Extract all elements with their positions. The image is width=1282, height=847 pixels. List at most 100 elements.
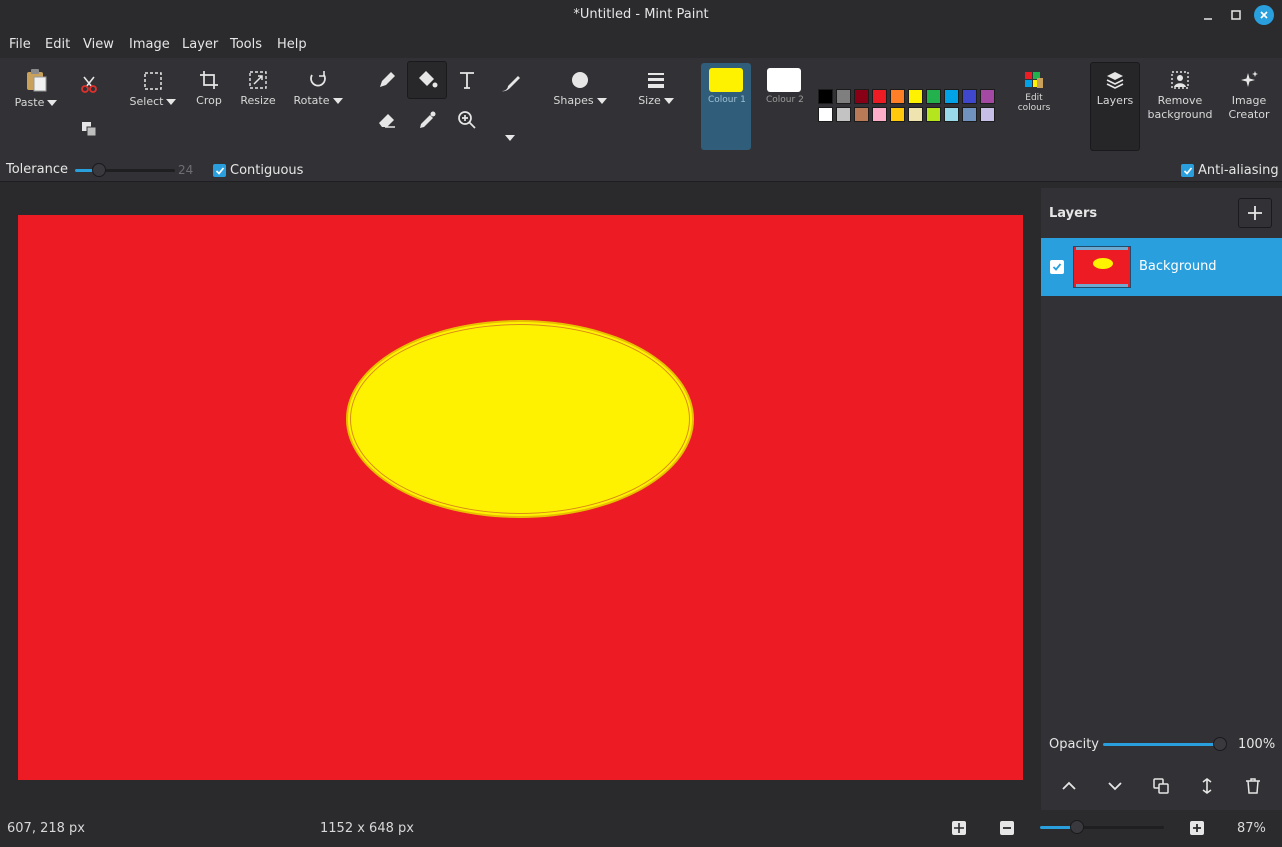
palette-swatch[interactable] <box>836 89 851 104</box>
brush-tool[interactable] <box>500 74 522 94</box>
layer-row-background[interactable]: Background <box>1041 238 1282 296</box>
opacity-slider[interactable] <box>1103 737 1227 753</box>
palette-swatch[interactable] <box>962 107 977 122</box>
menu-file[interactable]: File <box>9 37 31 52</box>
resize-button[interactable]: Resize <box>238 70 278 107</box>
minimize-button[interactable] <box>1198 5 1218 25</box>
menu-edit[interactable]: Edit <box>45 37 70 52</box>
paste-button[interactable]: Paste <box>12 68 60 109</box>
menu-view[interactable]: View <box>83 37 114 52</box>
close-icon <box>1260 11 1268 19</box>
zoom-slider-handle[interactable] <box>1070 820 1084 834</box>
paint-bucket-icon <box>419 71 438 88</box>
palette-swatch[interactable] <box>890 89 905 104</box>
colour1-swatch[interactable] <box>709 68 743 92</box>
palette-swatch[interactable] <box>980 89 995 104</box>
scissors-icon <box>81 76 97 93</box>
select-button[interactable]: Select <box>128 71 178 108</box>
tolerance-label: Tolerance <box>6 162 68 177</box>
opacity-value: 100% <box>1238 737 1276 752</box>
colour1-label: Colour 1 <box>708 95 746 105</box>
more-tools-dropdown[interactable] <box>505 130 515 145</box>
minus-icon <box>1000 821 1014 835</box>
copy-button[interactable] <box>81 121 97 137</box>
selection-rectangle-icon <box>144 72 162 90</box>
crop-button[interactable]: Crop <box>191 70 227 107</box>
palette-swatch[interactable] <box>836 107 851 122</box>
palette-swatch[interactable] <box>890 107 905 122</box>
zoom-tool[interactable] <box>457 110 477 130</box>
shapes-button[interactable]: Shapes <box>552 70 608 107</box>
image-creator-button[interactable]: Image Creator <box>1220 70 1278 122</box>
zoom-out-button[interactable] <box>999 820 1015 836</box>
chevron-down-icon <box>596 97 607 104</box>
tolerance-slider[interactable] <box>75 161 175 179</box>
chevron-up-icon <box>1062 781 1076 790</box>
crop-icon <box>200 71 218 89</box>
palette-swatch[interactable] <box>926 107 941 122</box>
move-layer-up-button[interactable] <box>1061 778 1077 794</box>
cut-button[interactable] <box>80 75 98 93</box>
palette-swatch[interactable] <box>872 89 887 104</box>
palette-swatch[interactable] <box>854 89 869 104</box>
colour2-swatch[interactable] <box>767 68 801 92</box>
rotate-button[interactable]: Rotate <box>292 70 344 107</box>
menu-help[interactable]: Help <box>277 37 307 52</box>
layers-toggle-label: Layers <box>1096 94 1134 107</box>
copy-icon <box>82 122 97 137</box>
palette-swatch[interactable] <box>908 89 923 104</box>
yellow-ellipse-shape <box>346 320 694 518</box>
layer-visibility-checkbox[interactable] <box>1050 260 1064 274</box>
opacity-slider-fill <box>1103 743 1227 746</box>
brush-icon <box>502 76 520 92</box>
edit-colours-button[interactable]: Edit colours <box>1012 70 1056 113</box>
maximize-button[interactable] <box>1226 5 1246 25</box>
palette-swatch[interactable] <box>818 107 833 122</box>
layers-panel: Layers Background Opacity 100% <box>1041 188 1282 810</box>
image-canvas[interactable] <box>18 215 1023 780</box>
palette-swatch[interactable] <box>944 107 959 122</box>
remove-background-button[interactable]: Remove background <box>1147 70 1213 122</box>
move-layer-down-button[interactable] <box>1107 778 1123 794</box>
palette-swatch[interactable] <box>962 89 977 104</box>
image-creator-label-line1: Image <box>1231 94 1267 107</box>
zoom-fit-button[interactable] <box>951 820 967 836</box>
menu-tools[interactable]: Tools <box>230 37 262 52</box>
menu-bar: File Edit View Image Layer Tools Help <box>0 30 1282 58</box>
palette-swatch[interactable] <box>980 107 995 122</box>
menu-layer[interactable]: Layer <box>182 37 218 52</box>
opacity-slider-handle[interactable] <box>1213 737 1227 751</box>
anti-aliasing-checkbox[interactable]: Anti-aliasing <box>1181 163 1279 178</box>
zoom-in-button[interactable] <box>1189 820 1205 836</box>
duplicate-layer-button[interactable] <box>1153 778 1169 794</box>
palette-swatch[interactable] <box>944 89 959 104</box>
delete-layer-button[interactable] <box>1245 778 1261 794</box>
canvas-viewport[interactable] <box>0 183 1040 810</box>
palette-swatch[interactable] <box>926 89 941 104</box>
select-label: Select <box>129 95 164 108</box>
color-picker-tool[interactable] <box>417 110 437 130</box>
contiguous-checkbox[interactable]: Contiguous <box>213 163 303 178</box>
palette-swatch[interactable] <box>908 107 923 122</box>
minimize-icon <box>1204 18 1212 20</box>
palette-swatch[interactable] <box>854 107 869 122</box>
size-button[interactable]: Size <box>634 70 678 107</box>
palette-swatch[interactable] <box>818 89 833 104</box>
chevron-down-icon <box>505 135 515 141</box>
tolerance-slider-handle[interactable] <box>92 163 106 177</box>
trash-icon <box>1246 778 1260 794</box>
merge-layer-button[interactable] <box>1199 778 1215 794</box>
add-layer-button[interactable] <box>1238 198 1272 228</box>
palette-swatch[interactable] <box>872 107 887 122</box>
menu-image[interactable]: Image <box>129 37 170 52</box>
rotate-label: Rotate <box>293 94 330 107</box>
fill-tool[interactable] <box>416 69 438 91</box>
zoom-in-icon <box>458 111 476 129</box>
zoom-slider[interactable] <box>1040 820 1164 836</box>
pencil-tool[interactable] <box>377 70 397 90</box>
close-button[interactable] <box>1254 5 1274 25</box>
remove-background-label-line2: background <box>1147 108 1213 121</box>
tool-options-bar: Tolerance 24 Contiguous Anti-aliasing <box>0 158 1282 182</box>
text-tool[interactable] <box>457 70 477 90</box>
eraser-tool[interactable] <box>377 110 397 130</box>
